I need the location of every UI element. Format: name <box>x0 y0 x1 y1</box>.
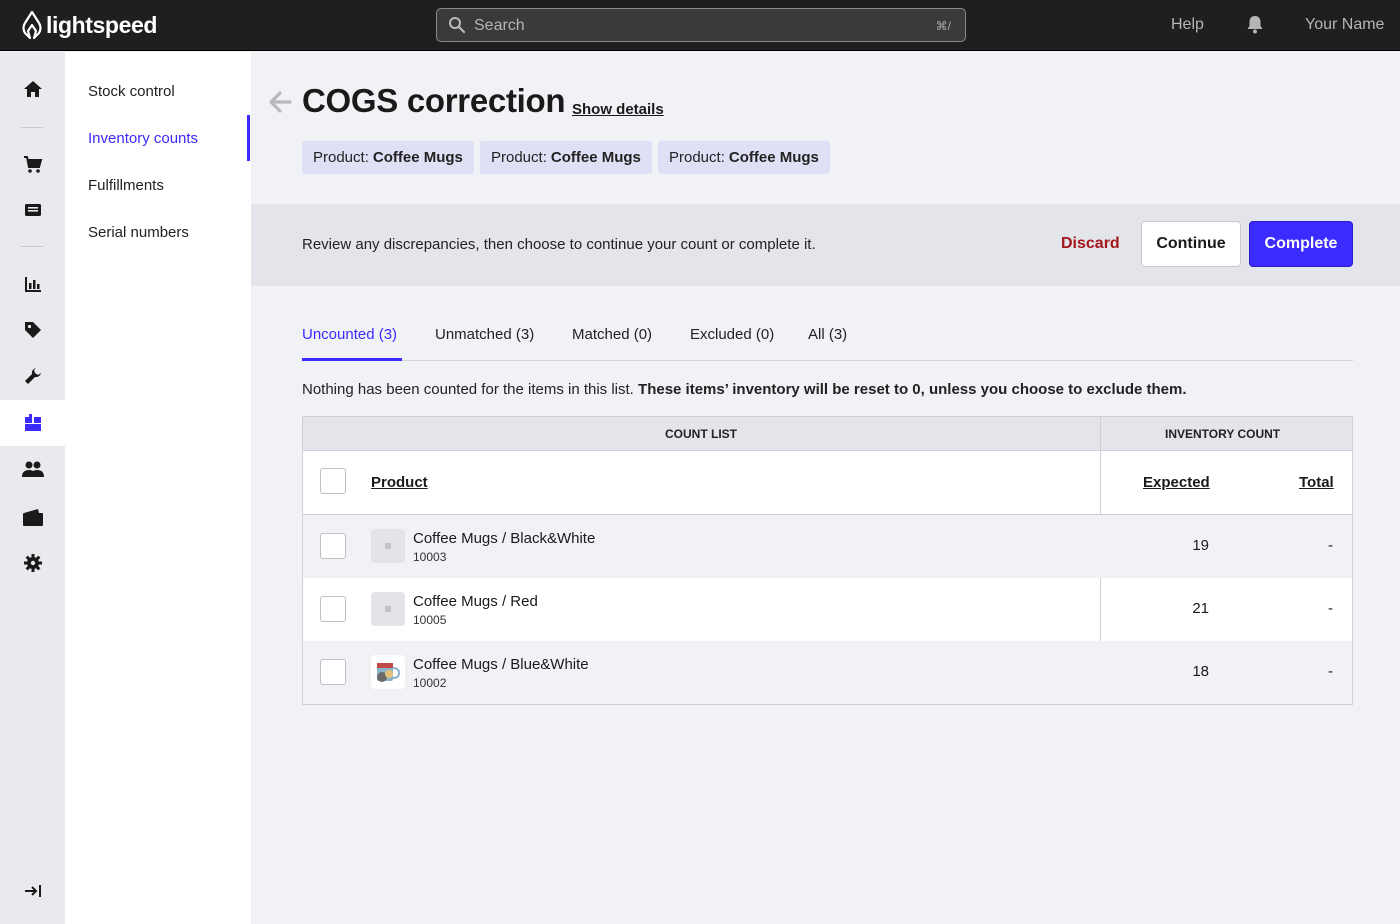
filter-chip[interactable]: Product: Coffee Mugs <box>658 141 830 174</box>
register-icon[interactable] <box>0 187 65 233</box>
total-count: - <box>1328 663 1333 680</box>
col-total[interactable]: Total <box>1299 474 1334 491</box>
continue-button[interactable]: Continue <box>1141 221 1241 267</box>
table-column-header: Product Expected Total <box>303 451 1352 515</box>
filter-chip[interactable]: Product: Coffee Mugs <box>302 141 474 174</box>
table-group-header: COUNT LIST INVENTORY COUNT <box>303 417 1352 451</box>
wallet-icon[interactable] <box>0 494 65 540</box>
discard-button[interactable]: Discard <box>1061 235 1120 253</box>
group-inventory-count: INVENTORY COUNT <box>1165 427 1281 441</box>
note-text: Nothing has been counted for the items i… <box>302 381 634 398</box>
search-placeholder: Search <box>474 17 525 34</box>
lightspeed-logo[interactable]: lightspeed <box>22 11 157 39</box>
filter-chip[interactable]: Product: Coffee Mugs <box>480 141 652 174</box>
inventory-icon[interactable] <box>0 400 65 446</box>
product-thumbnail <box>371 655 405 689</box>
chip-value: Coffee Mugs <box>372 149 463 166</box>
tab-matched[interactable]: Matched (0) <box>572 326 652 343</box>
row-checkbox[interactable] <box>320 533 346 559</box>
product-name[interactable]: Coffee Mugs / Blue&White <box>413 656 589 673</box>
chip-value: Coffee Mugs <box>550 149 641 166</box>
chip-prefix: Product: <box>669 149 725 166</box>
show-details-link[interactable]: Show details <box>572 101 664 118</box>
tab-unmatched[interactable]: Unmatched (3) <box>435 326 534 343</box>
col-expected[interactable]: Expected <box>1143 474 1210 491</box>
subnav-active-indicator <box>247 115 250 161</box>
collapse-icon[interactable] <box>0 868 65 914</box>
subnav-item-serial-numbers[interactable]: Serial numbers <box>88 224 189 241</box>
tag-icon[interactable] <box>0 307 65 353</box>
brand-name: lightspeed <box>46 11 158 38</box>
subnav-item-inventory-counts[interactable]: Inventory counts <box>88 130 198 147</box>
row-checkbox[interactable] <box>320 659 346 685</box>
table-row: Coffee Mugs / Red 10005 21 - <box>303 578 1352 641</box>
product-thumbnail <box>371 592 405 626</box>
flame-icon <box>22 11 42 39</box>
tab-uncounted[interactable]: Uncounted (3) <box>302 326 397 343</box>
chip-prefix: Product: <box>491 149 547 166</box>
count-table: COUNT LIST INVENTORY COUNT Product Expec… <box>302 416 1353 705</box>
mug-image-icon <box>377 663 401 682</box>
product-sku: 10005 <box>413 613 447 627</box>
banner-message: Review any discrepancies, then choose to… <box>302 236 816 253</box>
subnav-item-fulfillments[interactable]: Fulfillments <box>88 177 164 194</box>
product-name[interactable]: Coffee Mugs / Black&White <box>413 530 595 547</box>
complete-button[interactable]: Complete <box>1249 221 1353 267</box>
total-count: - <box>1328 537 1333 554</box>
expected-count: 19 <box>1192 537 1209 554</box>
note-warning: These items’ inventory will be reset to … <box>638 381 1187 398</box>
chip-value: Coffee Mugs <box>728 149 819 166</box>
rail-divider <box>21 246 43 247</box>
home-icon[interactable] <box>0 66 65 112</box>
select-all-checkbox[interactable] <box>320 468 346 494</box>
table-row: Coffee Mugs / Blue&White 10002 18 - <box>303 641 1352 704</box>
product-name[interactable]: Coffee Mugs / Red <box>413 593 538 610</box>
total-count: - <box>1328 600 1333 617</box>
reports-icon[interactable] <box>0 261 65 307</box>
col-product[interactable]: Product <box>371 474 428 491</box>
inventory-subnav: Stock control Inventory counts Fulfillme… <box>65 52 251 924</box>
group-count-list: COUNT LIST <box>665 427 737 441</box>
icon-rail <box>0 52 65 924</box>
expected-count: 18 <box>1192 663 1209 680</box>
customers-icon[interactable] <box>0 446 65 492</box>
wrench-icon[interactable] <box>0 353 65 399</box>
tab-excluded[interactable]: Excluded (0) <box>690 326 774 343</box>
product-sku: 10003 <box>413 550 447 564</box>
table-row: Coffee Mugs / Black&White 10003 19 - <box>303 515 1352 578</box>
settings-icon[interactable] <box>0 540 65 586</box>
subnav-item-stock-control[interactable]: Stock control <box>88 83 175 100</box>
top-bar: lightspeed Search ⌘/ Help Your Name <box>0 0 1400 51</box>
product-thumbnail <box>371 529 405 563</box>
chip-prefix: Product: <box>313 149 369 166</box>
search-bar[interactable]: Search ⌘/ <box>436 8 966 42</box>
active-tab-indicator <box>302 358 402 361</box>
product-sku: 10002 <box>413 676 447 690</box>
cart-icon[interactable] <box>0 141 65 187</box>
search-shortcut: ⌘/ <box>935 19 951 33</box>
page-title: COGS correction <box>302 82 566 119</box>
back-arrow-icon[interactable] <box>268 89 292 115</box>
list-note: Nothing has been counted for the items i… <box>302 381 1187 398</box>
row-checkbox[interactable] <box>320 596 346 622</box>
help-link[interactable]: Help <box>1171 16 1204 34</box>
tab-all[interactable]: All (3) <box>808 326 847 343</box>
bell-icon[interactable] <box>1246 15 1264 35</box>
tabs-divider <box>302 360 1353 361</box>
search-icon <box>449 17 466 34</box>
user-menu[interactable]: Your Name <box>1305 16 1384 34</box>
expected-count: 21 <box>1192 600 1209 617</box>
review-banner: Review any discrepancies, then choose to… <box>251 204 1400 286</box>
rail-divider <box>21 127 43 128</box>
